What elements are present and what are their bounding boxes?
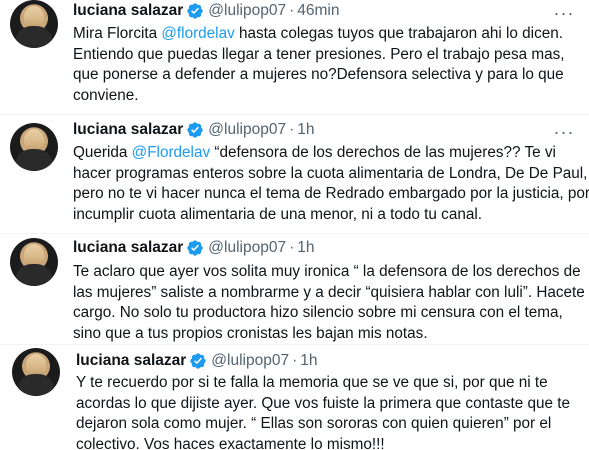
tweet-text-line: las mujeres” saliste a nombrarme y a dec… [73, 283, 585, 301]
tweet-text-line: Querida @Flordelav “defensora de los der… [73, 144, 556, 161]
mention-link[interactable]: @Flordelav [132, 144, 210, 161]
tweet-text-line: dejaron sola como mujer. “ Ellas son sor… [76, 415, 552, 432]
tweet-2[interactable]: luciana salazar @lulipop07 · 1h ··· Quer… [0, 115, 589, 234]
tweet-header: luciana salazar @lulipop07 · 1h [76, 352, 318, 370]
separator-dot: · [289, 239, 295, 256]
timestamp[interactable]: 1h [300, 352, 317, 370]
tweet-4[interactable]: luciana salazar @lulipop07 · 1h Y te rec… [0, 345, 589, 450]
display-name[interactable]: luciana salazar [73, 121, 183, 139]
tweet-text-line: sino que a tus propios cronistas les baj… [73, 324, 428, 342]
tweet-text: Te aclaro que ayer vos solita muy ironic… [73, 262, 585, 344]
tweet-text-line: pero no te vi hacer nunca el tema de Red… [73, 185, 589, 202]
tweet-header: luciana salazar @lulipop07 · 46min [73, 2, 339, 20]
avatar[interactable] [10, 0, 58, 48]
timestamp[interactable]: 1h [297, 121, 314, 139]
tweet-text-line: colectivo. Vos haces exactamente lo mism… [76, 435, 385, 450]
tweet-text: Y te recuerdo por si te falla la memoria… [76, 373, 570, 450]
display-name[interactable]: luciana salazar [73, 2, 183, 20]
verified-badge-icon [187, 122, 203, 138]
tweet-text: Querida @Flordelav “defensora de los der… [73, 143, 589, 225]
avatar[interactable] [12, 348, 60, 396]
timestamp[interactable]: 1h [297, 239, 314, 257]
display-name[interactable]: luciana salazar [73, 239, 183, 257]
user-handle[interactable]: @lulipop07 [208, 121, 286, 139]
verified-badge-icon [187, 3, 203, 19]
user-handle[interactable]: @lulipop07 [208, 239, 286, 257]
tweet-text-line: cargo. No solo tu productora hizo silenc… [73, 304, 563, 321]
user-handle[interactable]: @lulipop07 [211, 352, 289, 370]
tweet-text-line: Mira Florcita @flordelav hasta colegas t… [73, 25, 563, 42]
tweet-text-line: Te aclaro que ayer vos solita muy ironic… [73, 263, 581, 280]
tweet-header: luciana salazar @lulipop07 · 1h [73, 239, 315, 257]
tweet-1[interactable]: luciana salazar @lulipop07 · 46min ··· M… [0, 0, 589, 114]
display-name[interactable]: luciana salazar [76, 352, 186, 370]
tweet-text-line: hacer programas enteros sobre la cuota a… [73, 164, 588, 182]
verified-badge-icon [190, 353, 206, 369]
tweet-header: luciana salazar @lulipop07 · 1h [73, 121, 315, 139]
tweet-text: Mira Florcita @flordelav hasta colegas t… [73, 24, 565, 106]
mention-link[interactable]: @flordelav [161, 25, 234, 42]
tweet-text-line: Y te recuerdo por si te falla la memoria… [76, 374, 548, 391]
separator-dot: · [292, 352, 298, 369]
separator-dot: · [289, 2, 295, 19]
tweet-text-line: incumplir cuota alimentaria de una menor… [73, 205, 483, 223]
separator-dot: · [289, 121, 295, 138]
tweet-3[interactable]: luciana salazar @lulipop07 · 1h Te aclar… [0, 234, 589, 344]
user-handle[interactable]: @lulipop07 [208, 2, 286, 20]
tweet-text-line: conviene. [73, 86, 139, 104]
avatar[interactable] [10, 238, 58, 286]
avatar[interactable] [10, 123, 58, 171]
tweet-text-line: acordas lo que dijiste ayer. Que vos fui… [76, 394, 571, 412]
tweet-text-line: Entiendo que puedas llegar a tener presi… [73, 45, 565, 63]
tweet-text-line: que ponerse a defender a mujeres no?Defe… [73, 66, 564, 83]
timestamp[interactable]: 46min [297, 2, 339, 20]
verified-badge-icon [187, 240, 203, 256]
